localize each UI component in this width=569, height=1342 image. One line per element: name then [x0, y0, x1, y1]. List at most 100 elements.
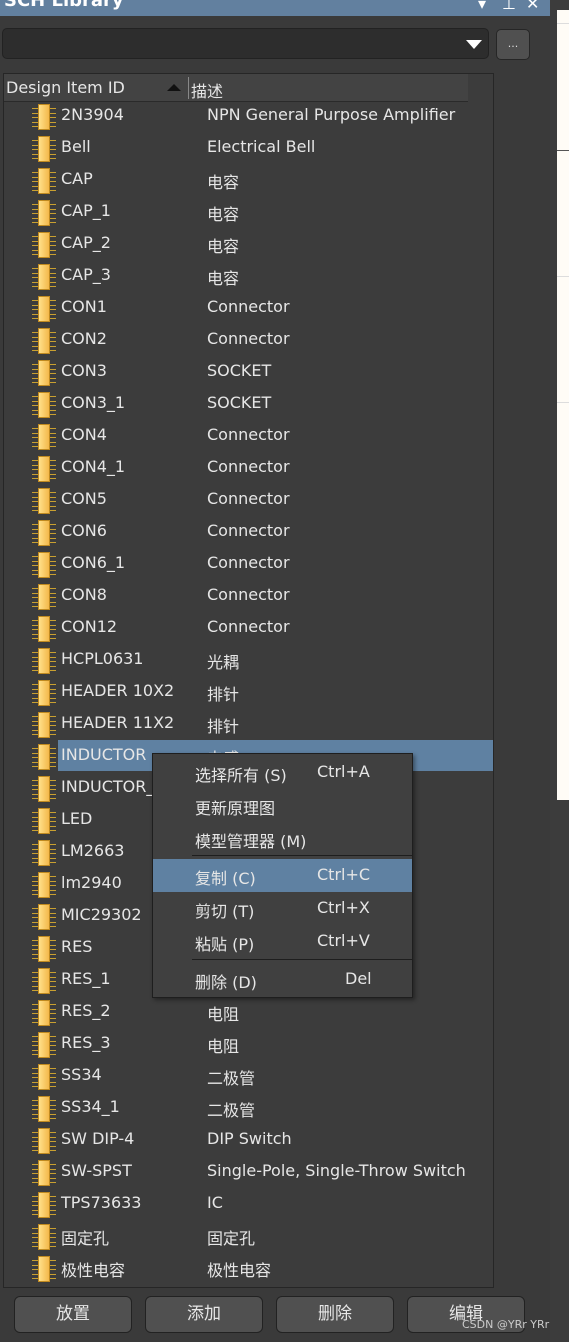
list-header: Design Item ID 描述	[4, 74, 468, 102]
table-row[interactable]: RES_2 电阻	[4, 996, 468, 1028]
design-item-id: LED	[61, 809, 93, 828]
design-item-id: CAP	[61, 169, 93, 188]
add-button[interactable]: 添加	[145, 1296, 263, 1333]
description: 排针	[207, 685, 240, 704]
menu-item-label: 剪切 (T)	[195, 902, 255, 921]
table-row[interactable]: CON2 Connector	[4, 324, 468, 356]
component-icon	[32, 680, 56, 706]
table-row[interactable]: CAP 电容	[4, 164, 468, 196]
table-row[interactable]: 极性电容 极性电容	[4, 1252, 468, 1284]
description: SOCKET	[207, 361, 272, 380]
design-item-id: CON3	[61, 361, 107, 380]
browse-button[interactable]: ...	[496, 29, 530, 60]
table-row[interactable]: CAP_1 电容	[4, 196, 468, 228]
table-row[interactable]: HEADER 11X2 排针	[4, 708, 468, 740]
menu-separator	[192, 959, 412, 960]
table-row[interactable]: HEADER 10X2 排针	[4, 676, 468, 708]
component-icon	[32, 744, 56, 770]
component-icon	[32, 1000, 56, 1026]
description: 二极管	[207, 1069, 256, 1088]
description: 排针	[207, 717, 240, 736]
pin-icon[interactable]: ⊥	[502, 0, 516, 13]
description: 电容	[207, 269, 240, 288]
menu-item[interactable]: 剪切 (T) Ctrl+X	[153, 892, 412, 925]
description: Connector	[207, 521, 290, 540]
menu-item-label: 粘贴 (P)	[195, 935, 255, 954]
table-row[interactable]: CON1 Connector	[4, 292, 468, 324]
sort-ascending-icon[interactable]	[167, 84, 181, 91]
component-icon	[32, 840, 56, 866]
component-icon	[32, 168, 56, 194]
component-icon	[32, 1096, 56, 1122]
library-filter-combo[interactable]	[2, 28, 489, 59]
table-row[interactable]: TPS73633 IC	[4, 1188, 468, 1220]
description: 电容	[207, 173, 240, 192]
watermark: CSDN @YRr YRr	[462, 1318, 550, 1331]
design-item-id: MIC29302	[61, 905, 142, 924]
table-row[interactable]: SS34 二极管	[4, 1060, 468, 1092]
table-row[interactable]: CON4 Connector	[4, 420, 468, 452]
table-row[interactable]: CON5 Connector	[4, 484, 468, 516]
menu-dropdown-icon[interactable]: ▾	[478, 0, 486, 13]
table-row[interactable]: HCPL0631 光耦	[4, 644, 468, 676]
menu-item[interactable]: 删除 (D) Del	[153, 963, 412, 996]
table-row[interactable]: CAP_2 电容	[4, 228, 468, 260]
description: Connector	[207, 425, 290, 444]
chevron-down-icon[interactable]	[466, 40, 482, 49]
description: Connector	[207, 585, 290, 604]
menu-item[interactable]: 更新原理图	[153, 789, 412, 822]
table-row[interactable]: SW-SPST Single-Pole, Single-Throw Switch	[4, 1156, 468, 1188]
table-row[interactable]: CON8 Connector	[4, 580, 468, 612]
component-icon	[32, 1128, 56, 1154]
design-item-id: CON2	[61, 329, 107, 348]
component-icon	[32, 1160, 56, 1186]
description: IC	[207, 1193, 223, 1212]
menu-item[interactable]: 粘贴 (P) Ctrl+V	[153, 925, 412, 958]
menu-item-shortcut: Ctrl+A	[317, 762, 370, 781]
column-header-design-item-id[interactable]: Design Item ID	[6, 78, 125, 97]
design-item-id: TPS73633	[61, 1193, 142, 1212]
design-item-id: CON8	[61, 585, 107, 604]
menu-item-shortcut: Del	[345, 969, 372, 988]
delete-button[interactable]: 删除	[276, 1296, 394, 1333]
panel-titlebar: SCH Library ▾ ⊥ ✕	[0, 0, 550, 16]
design-item-id: CON6_1	[61, 553, 126, 572]
menu-item-label: 复制 (C)	[195, 869, 256, 888]
component-icon	[32, 360, 56, 386]
table-row[interactable]: CON3_1 SOCKET	[4, 388, 468, 420]
column-header-description[interactable]: 描述	[191, 78, 223, 102]
table-row[interactable]: SS34_1 二极管	[4, 1092, 468, 1124]
component-icon	[32, 520, 56, 546]
table-row[interactable]: CON12 Connector	[4, 612, 468, 644]
component-icon	[32, 200, 56, 226]
table-row[interactable]: CON4_1 Connector	[4, 452, 468, 484]
menu-item[interactable]: 复制 (C) Ctrl+C	[153, 859, 412, 892]
menu-item[interactable]: 模型管理器 (M)	[153, 822, 412, 855]
table-row[interactable]: RES_3 电阻	[4, 1028, 468, 1060]
table-row[interactable]: CAP_3 电容	[4, 260, 468, 292]
component-icon	[32, 392, 56, 418]
description: 固定孔	[207, 1229, 256, 1248]
design-item-id: CON1	[61, 297, 107, 316]
menu-item[interactable]: 选择所有 (S) Ctrl+A	[153, 756, 412, 789]
close-icon[interactable]: ✕	[526, 0, 539, 13]
table-row[interactable]: SW DIP-4 DIP Switch	[4, 1124, 468, 1156]
table-row[interactable]: Bell Electrical Bell	[4, 132, 468, 164]
panel-title: SCH Library	[4, 0, 124, 11]
component-list[interactable]: Design Item ID 描述 2N3904 NPN General Purp…	[3, 73, 494, 1288]
design-item-id: HCPL0631	[61, 649, 144, 668]
table-row[interactable]: 固定孔 固定孔	[4, 1220, 468, 1252]
table-row[interactable]: CON6_1 Connector	[4, 548, 468, 580]
table-row[interactable]: CON3 SOCKET	[4, 356, 468, 388]
description: Connector	[207, 553, 290, 572]
description: 电容	[207, 237, 240, 256]
component-icon	[32, 1032, 56, 1058]
table-row[interactable]: 2N3904 NPN General Purpose Amplifier	[4, 100, 468, 132]
component-icon	[32, 232, 56, 258]
design-item-id: SW-SPST	[61, 1161, 132, 1180]
place-button[interactable]: 放置	[14, 1296, 132, 1333]
component-icon	[32, 104, 56, 130]
table-row[interactable]: CON6 Connector	[4, 516, 468, 548]
column-divider[interactable]	[188, 77, 189, 99]
description: Connector	[207, 617, 290, 636]
